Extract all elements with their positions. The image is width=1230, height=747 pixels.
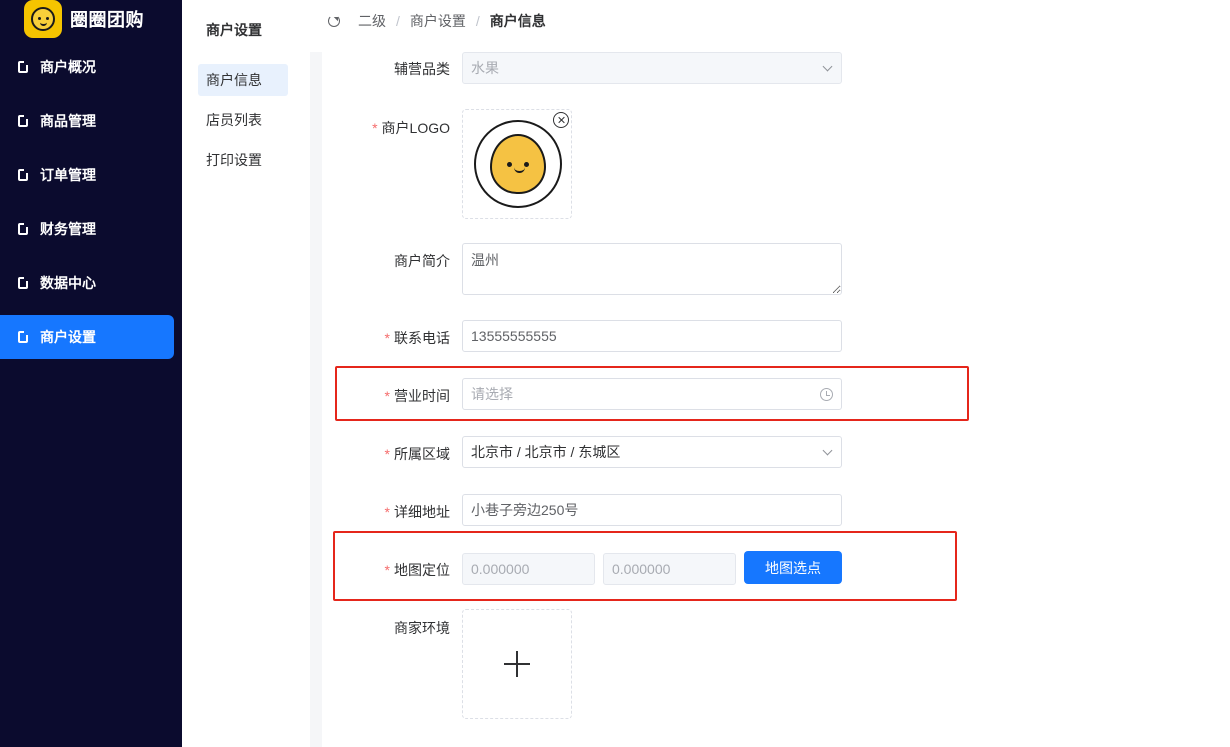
- input-value: 13555555555: [471, 328, 557, 344]
- required-mark: *: [384, 504, 390, 520]
- logo-upload[interactable]: [462, 109, 572, 219]
- breadcrumb-item[interactable]: 商户设置: [410, 11, 466, 31]
- environment-label: 商家环境: [330, 618, 450, 638]
- region-label: * 所属区域: [330, 444, 450, 464]
- sidebar-item-label: 订单管理: [40, 167, 96, 183]
- label-text: 营业时间: [394, 388, 450, 404]
- sidebar-item-data-center[interactable]: 数据中心: [0, 261, 182, 305]
- label-text: 辅营品类: [394, 61, 450, 77]
- input-value: 0.000000: [612, 561, 671, 577]
- sub-category-label: 辅营品类: [330, 59, 450, 79]
- hours-picker[interactable]: 请选择: [462, 378, 842, 410]
- address-input[interactable]: 小巷子旁边250号: [462, 494, 842, 526]
- phone-label: * 联系电话: [330, 328, 450, 348]
- brand-name: 圈圈团购: [70, 10, 144, 30]
- required-mark: *: [384, 562, 390, 578]
- logo-label: * 商户LOGO: [330, 118, 450, 138]
- sidebar-item-label: 商户概况: [40, 59, 96, 75]
- map-select-button[interactable]: 地图选点: [744, 551, 842, 584]
- required-mark: *: [384, 330, 390, 346]
- sidebar-item-overview[interactable]: 商户概况: [0, 45, 182, 89]
- label-text: 地图定位: [394, 562, 450, 578]
- required-mark: *: [384, 446, 390, 462]
- sidebar-item-label: 数据中心: [40, 275, 96, 291]
- intro-label: 商户简介: [330, 251, 450, 271]
- select-value: 水果: [471, 60, 499, 76]
- region-cascader[interactable]: 北京市 / 北京市 / 东城区: [462, 436, 842, 468]
- select-value: 北京市 / 北京市 / 东城区: [471, 444, 621, 460]
- file-icon: [18, 115, 28, 127]
- breadcrumb-separator: /: [475, 13, 480, 29]
- label-text: 商户LOGO: [381, 120, 450, 136]
- submenu: 商户设置 商户信息 店员列表 打印设置: [182, 0, 310, 747]
- input-placeholder: 请选择: [471, 386, 513, 402]
- sidebar-item-label: 财务管理: [40, 221, 96, 237]
- breadcrumb: 二级 / 商户设置 / 商户信息: [328, 10, 546, 32]
- input-value: 0.000000: [471, 561, 530, 577]
- plus-icon: [504, 651, 530, 677]
- label-text: 所属区域: [394, 446, 450, 462]
- sidebar-item-label: 商品管理: [40, 113, 96, 129]
- brand[interactable]: 圈圈团购: [24, 0, 144, 38]
- label-text: 商家环境: [394, 620, 450, 636]
- divider: [310, 52, 322, 747]
- required-mark: *: [372, 120, 378, 136]
- refresh-icon[interactable]: [328, 15, 340, 27]
- chevron-down-icon: [822, 61, 833, 72]
- submenu-item-staff-list[interactable]: 店员列表: [198, 104, 288, 136]
- chevron-down-icon: [822, 445, 833, 456]
- label-text: 商户简介: [394, 253, 450, 269]
- breadcrumb-item[interactable]: 二级: [358, 11, 386, 31]
- phone-input[interactable]: 13555555555: [462, 320, 842, 352]
- sidebar-item-label: 商户设置: [40, 329, 96, 345]
- file-icon: [18, 169, 28, 181]
- sidebar-item-merchant-settings[interactable]: 商户设置: [0, 315, 174, 359]
- intro-textarea[interactable]: 温州: [462, 243, 842, 295]
- smiley-logo-icon: [24, 0, 62, 38]
- location-label: * 地图定位: [330, 560, 450, 580]
- submenu-title: 商户设置: [206, 22, 262, 38]
- address-label: * 详细地址: [330, 502, 450, 522]
- label-text: 详细地址: [394, 504, 450, 520]
- environment-upload[interactable]: [462, 609, 572, 719]
- sidebar: 圈圈团购 商户概况 商品管理 订单管理 财务管理 数据中心 商户设置: [0, 0, 182, 747]
- breadcrumb-current: 商户信息: [489, 13, 546, 29]
- file-icon: [18, 277, 28, 289]
- sidebar-item-products[interactable]: 商品管理: [0, 99, 182, 143]
- merchant-logo-image: [474, 120, 562, 208]
- breadcrumb-separator: /: [396, 13, 400, 29]
- hours-label: * 营业时间: [330, 386, 450, 406]
- longitude-input: 0.000000: [462, 553, 595, 585]
- submenu-item-print-settings[interactable]: 打印设置: [198, 144, 288, 176]
- label-text: 联系电话: [394, 330, 450, 346]
- latitude-input: 0.000000: [603, 553, 736, 585]
- file-icon: [18, 223, 28, 235]
- required-mark: *: [384, 388, 390, 404]
- sub-category-select[interactable]: 水果: [462, 52, 842, 84]
- file-icon: [18, 61, 28, 73]
- clock-icon: [820, 388, 833, 401]
- sidebar-item-finance[interactable]: 财务管理: [0, 207, 182, 251]
- input-value: 小巷子旁边250号: [471, 502, 579, 518]
- sidebar-item-orders[interactable]: 订单管理: [0, 153, 182, 197]
- submenu-item-merchant-info[interactable]: 商户信息: [198, 64, 288, 96]
- file-icon: [18, 331, 28, 343]
- main-nav: 商户概况 商品管理 订单管理 财务管理 数据中心 商户设置: [0, 45, 182, 369]
- remove-logo-icon[interactable]: [553, 112, 569, 128]
